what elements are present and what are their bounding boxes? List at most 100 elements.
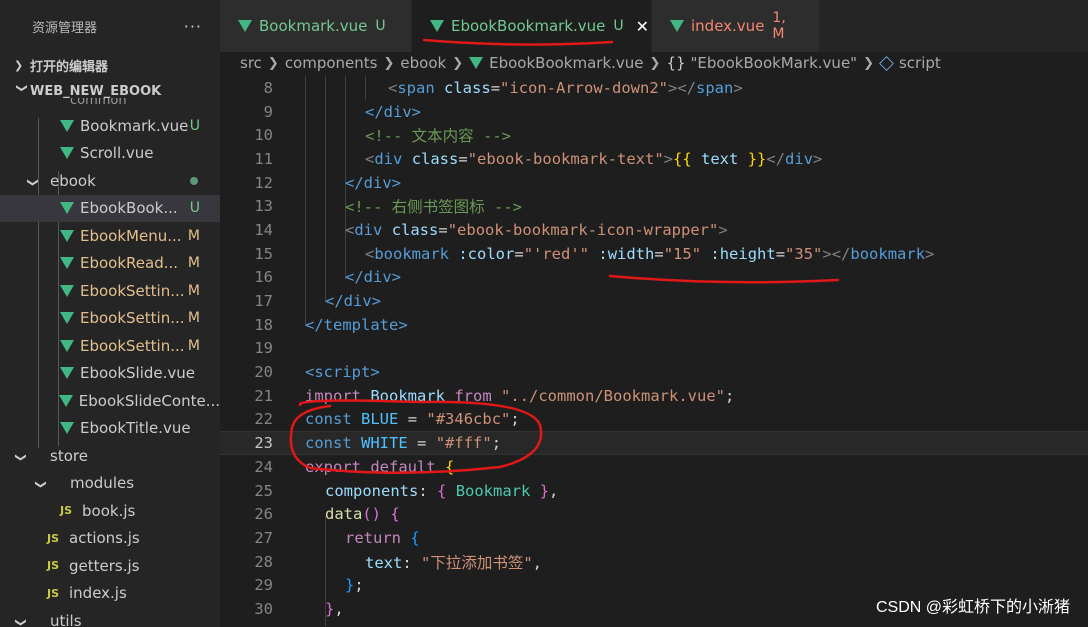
- code-token: from: [454, 386, 492, 405]
- tree-item-label: modules: [70, 474, 135, 493]
- tree-file-ebooksettings-1[interactable]: EbookSettin... M: [0, 277, 220, 305]
- tree-file-ebooksettings-3[interactable]: EbookSettin... M: [0, 332, 220, 360]
- tree-file-getters-js[interactable]: JS getters.js: [0, 552, 220, 580]
- tree-item-label: common: [70, 98, 127, 108]
- file-tree: common Bookmark.vue U Scroll.vue ❯ ebook…: [0, 98, 220, 627]
- tree-folder-utils[interactable]: ❯ utils: [0, 607, 220, 627]
- tree-file-ebookmenu[interactable]: EbookMenu... M: [0, 222, 220, 250]
- vue-file-icon: [469, 57, 484, 69]
- code-token: class: [391, 220, 439, 239]
- code-token: =: [514, 244, 524, 263]
- code-token: <: [388, 78, 398, 97]
- code-token: ></: [822, 244, 851, 263]
- module-symbol-icon: [879, 55, 894, 71]
- breadcrumb-item[interactable]: components: [285, 54, 378, 72]
- chevron-down-icon: ❯: [15, 83, 29, 93]
- code-token: =: [490, 78, 501, 97]
- tree-file-scroll[interactable]: Scroll.vue: [0, 140, 220, 168]
- code-text: return {: [345, 529, 420, 547]
- git-status-badge: M: [187, 255, 200, 272]
- code-token: class: [444, 78, 491, 97]
- tree-folder-ebook[interactable]: ❯ ebook: [0, 167, 220, 195]
- tree-file-ebookbookmark[interactable]: EbookBook... U: [0, 194, 220, 222]
- js-file-icon: JS: [47, 586, 60, 600]
- code-text: <bookmark :color="'red'" :width="15" :he…: [365, 245, 934, 263]
- explorer-header: 资源管理器 ···: [0, 0, 220, 52]
- tree-item-label: book.js: [82, 501, 136, 520]
- code-token: default: [370, 457, 436, 476]
- code-token: }: [345, 576, 355, 595]
- code-token: text: [365, 553, 403, 572]
- tree-file-index-js[interactable]: JS index.js: [0, 580, 220, 608]
- code-text: },: [325, 600, 344, 618]
- code-token: ;: [491, 434, 502, 453]
- code-line: 20 <script>: [220, 360, 1088, 384]
- code-line: 13 <!-- 右侧书签图标 -->: [220, 194, 1088, 218]
- tree-folder-store[interactable]: ❯ store: [0, 442, 220, 470]
- line-number: 14: [254, 220, 273, 239]
- vue-file-icon: [60, 422, 74, 435]
- code-text: <div class="ebook-bookmark-text">{{ text…: [365, 150, 822, 168]
- tree-file-actions-js[interactable]: JS actions.js: [0, 525, 220, 553]
- tab-ebookbookmark[interactable]: EbookBookmark.vue U ✕: [412, 0, 652, 52]
- tree-file-ebookreader[interactable]: EbookRead... M: [0, 250, 220, 278]
- code-token: }: [325, 599, 335, 618]
- chevron-down-icon: ❯: [14, 617, 28, 627]
- code-line: 16 </div>: [220, 266, 1088, 290]
- more-actions-icon[interactable]: ···: [184, 17, 202, 36]
- code-token: div: [374, 149, 403, 168]
- chevron-right-icon: ❯: [383, 55, 395, 71]
- code-line: 21 import Bookmark from "../common/Bookm…: [220, 384, 1088, 408]
- tree-file-bookmark[interactable]: Bookmark.vue U: [0, 112, 220, 140]
- code-line: 22 const BLUE = "#346cbc";: [220, 408, 1088, 432]
- code-token: Bookmark: [370, 386, 445, 405]
- watermark: CSDN @彩虹桥下的小淅猪: [875, 599, 1070, 616]
- open-editors-section[interactable]: ❯ 打开的编辑器: [0, 52, 220, 78]
- tree-file-book-js[interactable]: JS book.js: [0, 497, 220, 525]
- line-number: 25: [254, 481, 273, 500]
- code-token: return: [345, 528, 401, 547]
- tree-file-ebookslide[interactable]: EbookSlide.vue: [0, 360, 220, 388]
- code-token: ;: [354, 576, 364, 595]
- vue-file-icon: [58, 394, 73, 407]
- breadcrumb-item[interactable]: script: [899, 54, 941, 72]
- code-token: }}: [747, 149, 767, 168]
- tree-item-label: EbookSettin...: [80, 309, 185, 328]
- breadcrumb-item[interactable]: src: [240, 54, 262, 72]
- tree-item-label: actions.js: [69, 529, 140, 548]
- tree-item-label: index.js: [69, 584, 127, 603]
- tree-file-ebooktitle[interactable]: EbookTitle.vue: [0, 415, 220, 443]
- code-text: components: { Bookmark },: [325, 482, 558, 500]
- code-text: <!-- 文本内容 -->: [365, 127, 511, 146]
- close-icon[interactable]: ✕: [636, 17, 649, 36]
- js-file-icon: JS: [47, 531, 60, 545]
- chevron-right-icon: ❯: [649, 55, 661, 71]
- tree-folder-modules[interactable]: ❯ modules: [0, 470, 220, 498]
- code-token: WHITE: [361, 434, 408, 453]
- code-line: 12 </div>: [220, 171, 1088, 195]
- code-token: ,: [549, 481, 559, 500]
- breadcrumb-item[interactable]: "EbookBookMark.vue": [691, 54, 858, 72]
- code-token: BLUE: [361, 410, 399, 429]
- tree-file-ebooksettings-2[interactable]: EbookSettin... M: [0, 305, 220, 333]
- code-editor[interactable]: 8 <span class="icon-Arrow-down2"></span>…: [220, 76, 1088, 627]
- code-text: const WHITE = "#fff";: [305, 434, 501, 452]
- code-line: 11 <div class="ebook-bookmark-text">{{ t…: [220, 147, 1088, 171]
- breadcrumb-item[interactable]: ebook: [400, 54, 446, 72]
- code-line: 27 return {: [220, 526, 1088, 550]
- git-status-badge: M: [187, 337, 200, 354]
- breadcrumb-item[interactable]: EbookBookmark.vue: [489, 54, 643, 72]
- tab-index[interactable]: index.vue 1, M: [652, 0, 820, 52]
- code-token: span: [696, 78, 734, 97]
- tree-item-label: EbookMenu...: [80, 226, 182, 245]
- tab-bookmark[interactable]: Bookmark.vue U: [220, 0, 412, 52]
- tree-file-ebookslidecontent[interactable]: EbookSlideConte...: [0, 387, 220, 415]
- tab-label: EbookBookmark.vue: [451, 17, 606, 35]
- tree-item-label: EbookRead...: [80, 254, 179, 273]
- code-token: ,: [532, 553, 543, 572]
- open-editors-label: 打开的编辑器: [30, 59, 109, 75]
- chevron-down-icon: ❯: [26, 177, 40, 187]
- tree-folder-common[interactable]: common: [0, 98, 220, 112]
- git-status-badge: U: [613, 18, 624, 34]
- explorer-sidebar: 资源管理器 ··· ❯ 打开的编辑器 ❯ WEB_NEW_EBOOK commo…: [0, 0, 220, 627]
